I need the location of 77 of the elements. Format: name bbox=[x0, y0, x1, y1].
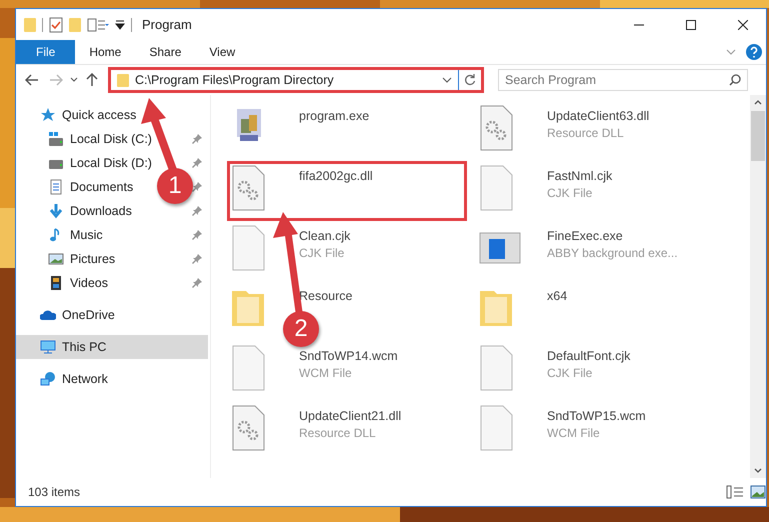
maximize-icon bbox=[686, 20, 696, 30]
pin-icon[interactable] bbox=[192, 230, 202, 240]
highlighted-file-item[interactable]: fifa2002gc.dll bbox=[227, 161, 467, 221]
up-arrow-icon bbox=[86, 73, 98, 87]
file-name[interactable]: FastNml.cjk bbox=[547, 169, 612, 183]
folder-icon bbox=[117, 74, 129, 86]
file-name[interactable]: Resource bbox=[299, 289, 352, 303]
ribbon-tab[interactable]: File bbox=[16, 40, 76, 64]
sidebar-item[interactable]: Downloads bbox=[70, 204, 132, 218]
folder-path: C:\Program Files\Program Directory bbox=[135, 73, 335, 87]
star-icon bbox=[40, 107, 56, 123]
file-type: WCM File bbox=[547, 426, 600, 440]
customize-arrow-icon[interactable] bbox=[115, 18, 125, 30]
document-icon bbox=[48, 179, 64, 195]
sidebar-item[interactable]: Pictures bbox=[70, 252, 116, 266]
address-bar[interactable]: C:\Program Files\Program Directory bbox=[108, 67, 484, 93]
close-icon bbox=[738, 20, 748, 30]
file-type: CJK File bbox=[547, 366, 592, 380]
search-field[interactable]: Search Program bbox=[498, 69, 748, 91]
sidebar-item[interactable]: OneDrive bbox=[16, 303, 210, 327]
item-count: 103 items bbox=[28, 485, 82, 499]
file-type: WCM File bbox=[299, 366, 352, 380]
ribbon-tab[interactable]: Share bbox=[135, 40, 196, 64]
file-name[interactable]: DefaultFont.cjk bbox=[547, 349, 630, 363]
file-type: ABBY background exe... bbox=[547, 246, 678, 260]
file-name[interactable]: UpdateClient21.dll bbox=[299, 409, 402, 423]
scrollbar[interactable] bbox=[750, 95, 766, 478]
file-name[interactable]: SndToWP15.wcm bbox=[547, 409, 646, 423]
sidebar-item[interactable]: Local Disk (D:) bbox=[70, 156, 152, 170]
dropdown-icon[interactable] bbox=[442, 77, 452, 83]
file-name[interactable]: fifa2002gc.dll bbox=[299, 169, 373, 183]
sidebar-item[interactable]: Quick access bbox=[16, 103, 210, 127]
search-icon bbox=[729, 74, 741, 86]
large-icons-view-icon[interactable] bbox=[750, 485, 766, 499]
file-type: Resource DLL bbox=[547, 126, 624, 140]
help-icon[interactable] bbox=[746, 44, 762, 60]
forward-arrow-icon bbox=[49, 74, 63, 86]
file-name[interactable]: SndToWP14.wcm bbox=[299, 349, 398, 363]
ribbon-tab[interactable]: View bbox=[195, 40, 250, 64]
sidebar-item[interactable]: Network bbox=[16, 367, 210, 391]
window-title: Program bbox=[142, 17, 193, 32]
properties-icon[interactable] bbox=[49, 16, 63, 32]
file-name[interactable]: Clean.cjk bbox=[299, 229, 350, 243]
file-name[interactable]: UpdateClient63.dll bbox=[547, 109, 650, 123]
file-name[interactable]: x64 bbox=[547, 289, 568, 303]
refresh-icon bbox=[464, 74, 476, 86]
pin-icon[interactable] bbox=[192, 254, 202, 264]
expand-ribbon-icon[interactable] bbox=[726, 49, 736, 55]
sidebar-item[interactable]: Documents bbox=[70, 180, 134, 194]
ribbon-tab[interactable]: Home bbox=[75, 40, 136, 64]
file-type: CJK File bbox=[299, 246, 344, 260]
pin-icon[interactable] bbox=[192, 158, 202, 168]
file-name[interactable]: FineExec.exe bbox=[547, 229, 623, 243]
file-name[interactable]: program.exe bbox=[299, 109, 370, 123]
sidebar-item[interactable]: This PC bbox=[16, 335, 208, 359]
pin-icon[interactable] bbox=[192, 278, 202, 288]
pin-icon[interactable] bbox=[192, 206, 202, 216]
sidebar-item[interactable]: Local Disk (C:) bbox=[70, 132, 152, 146]
scroll-thumb[interactable] bbox=[751, 111, 765, 161]
pin-icon[interactable] bbox=[192, 134, 202, 144]
pin-icon[interactable] bbox=[192, 182, 202, 192]
monitor-icon bbox=[40, 339, 56, 355]
film-icon bbox=[48, 275, 64, 291]
download-arrow-icon bbox=[48, 203, 64, 219]
details-view-icon[interactable] bbox=[726, 485, 744, 499]
view-options-icon[interactable] bbox=[87, 18, 109, 32]
network-icon bbox=[40, 371, 56, 387]
sidebar-item[interactable]: Music bbox=[70, 228, 103, 242]
recent-locations-icon[interactable] bbox=[70, 77, 78, 83]
back-arrow-icon bbox=[25, 74, 39, 86]
folder-icon[interactable] bbox=[24, 18, 36, 32]
drive-icon bbox=[48, 131, 64, 147]
file-type: Resource DLL bbox=[299, 426, 376, 440]
sidebar-item[interactable]: Videos bbox=[70, 276, 108, 290]
file-type: CJK File bbox=[547, 186, 592, 200]
new-folder-icon[interactable] bbox=[69, 18, 81, 32]
picture-frame-icon bbox=[48, 251, 64, 267]
